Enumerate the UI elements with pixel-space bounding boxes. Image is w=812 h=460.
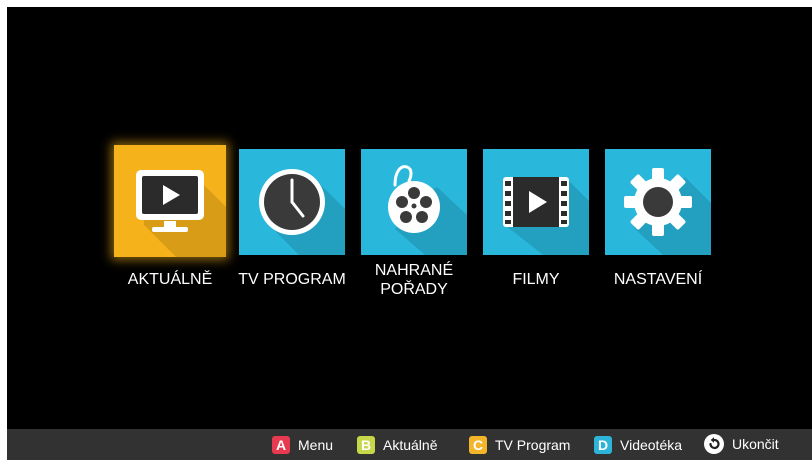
key-hint-aktualne[interactable]: B Aktuálně — [357, 436, 437, 454]
tv-screen: AKTUÁLNĚ TV PROGRAM NAHRANÉ POŘADY FILMY… — [7, 7, 812, 460]
key-hint-tv-program-label: TV Program — [495, 437, 571, 453]
key-hint-aktualne-label: Aktuálně — [383, 437, 438, 453]
menu-tile-filmy[interactable] — [483, 149, 589, 255]
key-hint-tv-program[interactable]: C TV Program — [469, 436, 570, 454]
menu-label-nastaveni: NASTAVENÍ — [613, 271, 703, 288]
red-key-badge: A — [272, 436, 290, 454]
menu-label-nahrane-line2: POŘADY — [380, 281, 448, 298]
back-arrow-icon — [704, 434, 724, 454]
menu-tile-nastaveni[interactable] — [605, 149, 711, 255]
yellow-key-badge: C — [469, 436, 487, 454]
tv-play-icon — [136, 170, 226, 257]
menu-label-aktualne: AKTUÁLNĚ — [127, 271, 213, 288]
key-hint-videoteka[interactable]: D Videotéka — [594, 436, 682, 454]
key-hint-videoteka-label: Videotéka — [620, 437, 683, 453]
blue-key-badge: D — [594, 436, 612, 454]
menu-label-tv-program: TV PROGRAM — [238, 271, 346, 288]
film-strip-play-icon — [503, 177, 589, 255]
menu-label-nahrane-porady: NAHRANÉ POŘADY — [349, 261, 479, 299]
menu-tile-nahrane-porady[interactable] — [361, 149, 467, 255]
film-reel-icon — [388, 165, 467, 255]
menu-label-filmy: FILMY — [512, 271, 560, 288]
menu-label-nahrane-line1: NAHRANÉ — [374, 262, 454, 279]
key-hint-ukoncit-label: Ukončit — [732, 436, 779, 452]
green-key-badge: B — [357, 436, 375, 454]
key-hint-menu[interactable]: A Menu — [272, 436, 333, 454]
bottom-hint-bar: A Menu B Aktuálně C TV Program D Videoté… — [7, 429, 812, 460]
key-hint-menu-label: Menu — [298, 437, 334, 453]
menu-tile-aktualne[interactable] — [114, 145, 226, 257]
menu-tile-tv-program[interactable] — [239, 149, 345, 255]
key-hint-ukoncit[interactable]: Ukončit — [704, 434, 779, 454]
gear-icon — [624, 168, 711, 255]
clock-icon — [259, 169, 345, 255]
